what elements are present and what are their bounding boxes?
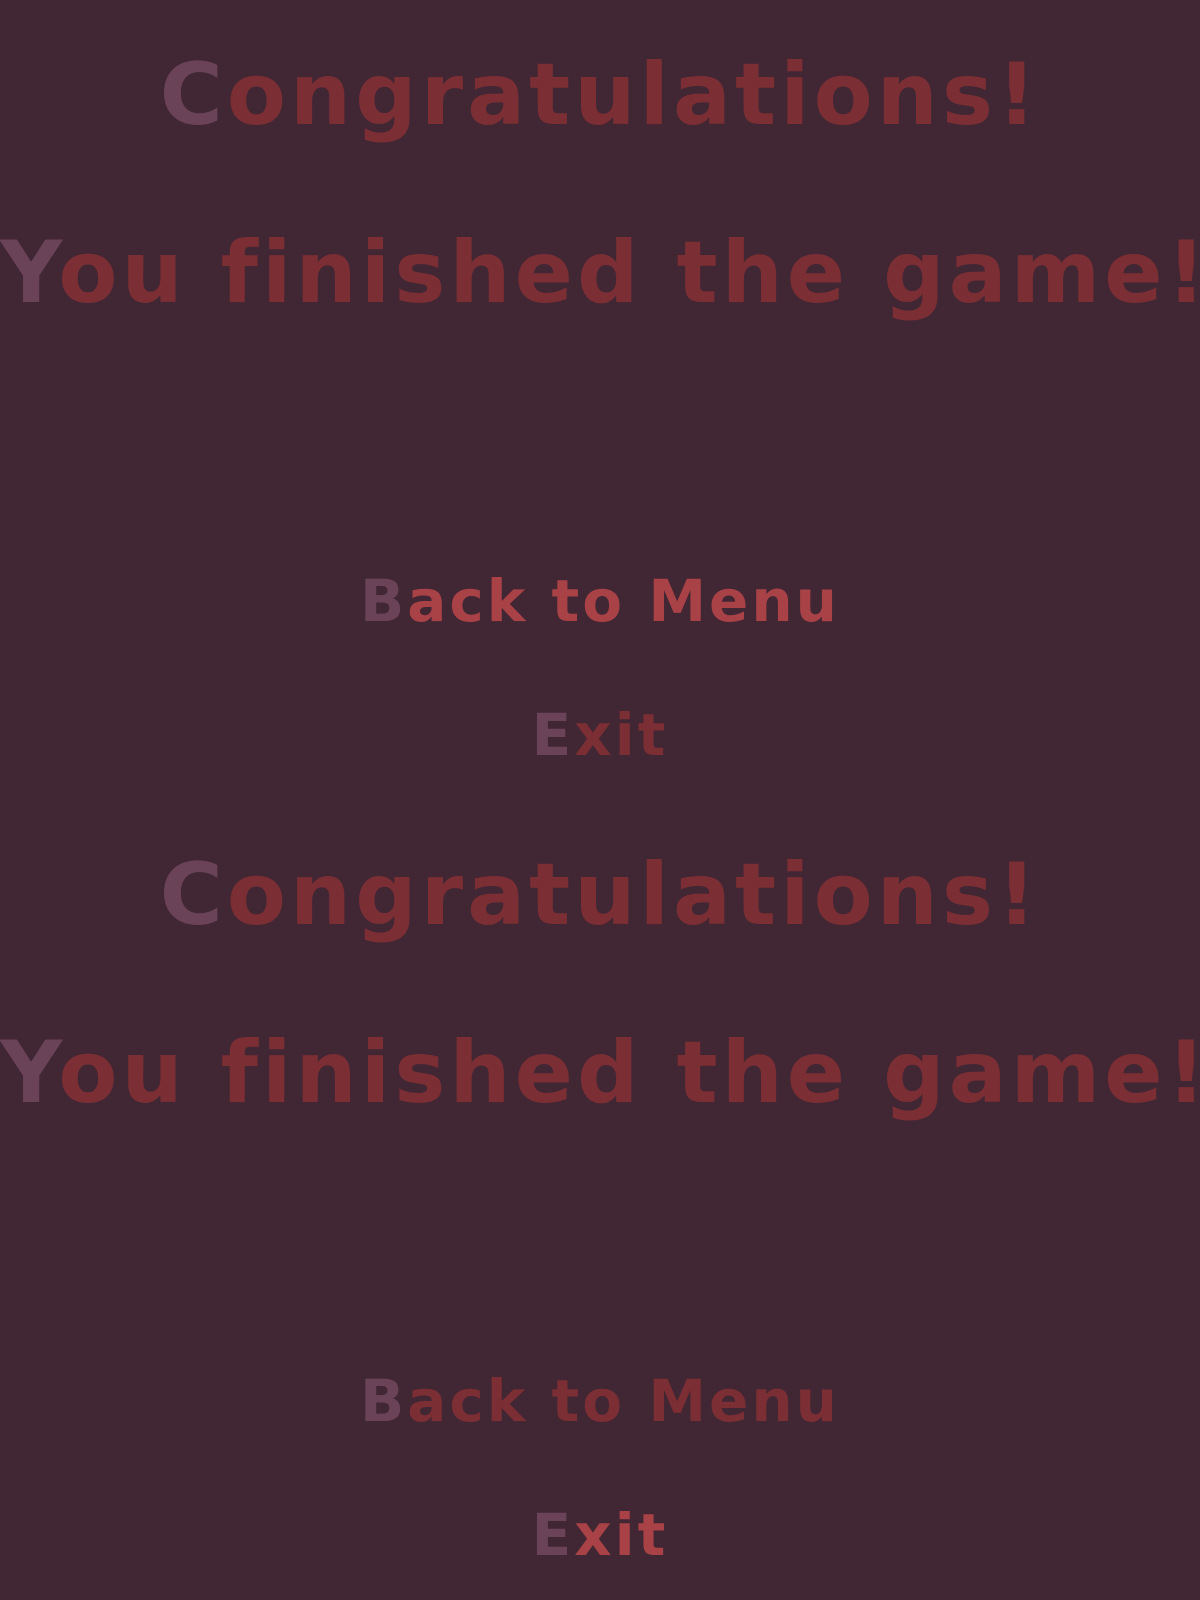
subtitle-first-letter: Y (0, 1023, 59, 1123)
congratulations-title: Congratulations! (0, 52, 1200, 138)
game-end-screen: Congratulations! You finished the game! … (0, 0, 1200, 1600)
end-screen-panel-bottom: Congratulations! You finished the game! … (0, 800, 1200, 1600)
subtitle-rest: ou finished the game! (58, 1023, 1200, 1123)
back-to-menu-label: ack to Menu (407, 1367, 840, 1435)
back-to-menu-button[interactable]: Back to Menu (0, 572, 1200, 630)
back-to-menu-label: ack to Menu (407, 567, 840, 635)
exit-label: xit (574, 701, 669, 769)
exit-first-letter: E (531, 701, 575, 769)
back-to-menu-first-letter: B (360, 567, 408, 635)
title-rest: ongratulations! (226, 45, 1041, 145)
finished-subtitle: You finished the game! (0, 1030, 1200, 1116)
exit-button[interactable]: Exit (0, 1506, 1200, 1564)
title-first-letter: C (159, 845, 227, 945)
back-to-menu-button[interactable]: Back to Menu (0, 1372, 1200, 1430)
subtitle-rest: ou finished the game! (58, 223, 1200, 323)
exit-button[interactable]: Exit (0, 706, 1200, 764)
title-rest: ongratulations! (226, 845, 1041, 945)
end-screen-panel-top: Congratulations! You finished the game! … (0, 0, 1200, 800)
finished-subtitle: You finished the game! (0, 230, 1200, 316)
exit-first-letter: E (531, 1501, 575, 1569)
title-first-letter: C (159, 45, 227, 145)
exit-label: xit (574, 1501, 669, 1569)
congratulations-title: Congratulations! (0, 852, 1200, 938)
subtitle-first-letter: Y (0, 223, 59, 323)
back-to-menu-first-letter: B (360, 1367, 408, 1435)
